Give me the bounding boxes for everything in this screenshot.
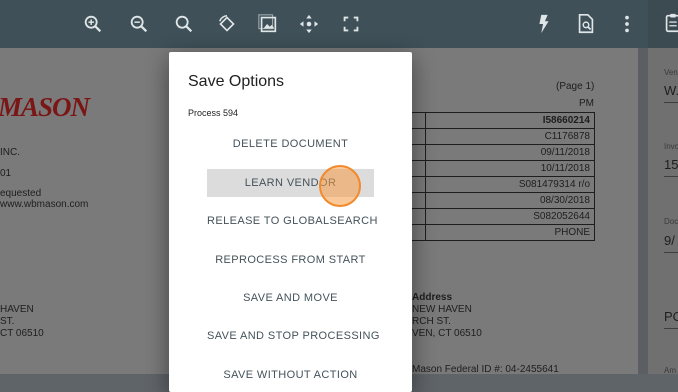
save-without-action-button[interactable]: SAVE WITHOUT ACTION [207, 361, 374, 389]
ship-address-title: Address [412, 292, 453, 303]
clipboard-icon[interactable] [662, 12, 678, 34]
ship-address-line: NEW HAVEN [412, 304, 472, 315]
left-address-line: HAVEN [0, 304, 34, 315]
field-underline [664, 176, 678, 177]
federal-id-text: Mason Federal ID #: 04-2455641 [412, 364, 559, 374]
reprocess-from-start-button[interactable]: REPROCESS FROM START [207, 246, 374, 274]
search-icon[interactable] [173, 13, 195, 35]
company-line: equested [0, 188, 42, 199]
company-line: 01 [0, 168, 12, 179]
company-line: www.wbmason.com [0, 199, 89, 210]
document-toolbar [0, 0, 648, 48]
zoom-in-icon[interactable] [82, 13, 104, 35]
save-options-dialog: Save Options Process 594 DELETE DOCUMENT… [169, 52, 412, 392]
move-icon[interactable] [298, 13, 320, 35]
field-underline [664, 328, 678, 329]
right-panel-header [648, 0, 678, 48]
left-address-line: ST. [0, 316, 15, 327]
click-indicator [319, 165, 361, 207]
release-to-globalsearch-button[interactable]: RELEASE TO GLOBALSEARCH [207, 207, 377, 235]
right-form-panel: Ven W. Invo 15 Doc 9/ PO Am [648, 0, 678, 374]
process-label: Process 594 [188, 108, 239, 118]
doc-date-field[interactable]: 9/ [664, 233, 675, 248]
rotate-icon[interactable] [216, 13, 238, 35]
fit-screen-icon[interactable] [340, 13, 362, 35]
save-and-stop-processing-button[interactable]: SAVE AND STOP PROCESSING [207, 322, 379, 350]
po-field[interactable]: PO [664, 309, 678, 324]
page-marker: (Page 1) [556, 81, 595, 92]
save-and-move-button[interactable]: SAVE AND MOVE [207, 284, 374, 312]
amount-field-label: Am [664, 366, 676, 374]
dialog-title: Save Options [188, 73, 285, 90]
document-search-icon[interactable] [575, 13, 597, 35]
company-line: INC. [0, 147, 20, 158]
vendor-field[interactable]: W. [664, 83, 678, 98]
image-icon[interactable] [257, 13, 279, 35]
ship-address-line: RCH ST. [412, 316, 451, 327]
pm-label: PM [579, 98, 594, 109]
ship-address-line: VEN, CT 06510 [412, 328, 482, 339]
invoice-field[interactable]: 15 [664, 157, 678, 172]
more-vert-icon[interactable] [616, 13, 638, 35]
vertical-scrollbar[interactable] [638, 48, 648, 374]
zoom-out-icon[interactable] [128, 13, 150, 35]
doc-date-field-label: Doc [664, 217, 678, 226]
delete-document-button[interactable]: DELETE DOCUMENT [207, 130, 374, 158]
vendor-logo: MASON [0, 92, 90, 122]
invoice-field-label: Invo [664, 142, 678, 151]
vendor-field-label: Ven [664, 68, 678, 77]
field-underline [664, 252, 678, 253]
field-underline [664, 102, 678, 103]
flash-icon[interactable] [533, 13, 555, 35]
left-address-line: CT 06510 [0, 328, 44, 339]
